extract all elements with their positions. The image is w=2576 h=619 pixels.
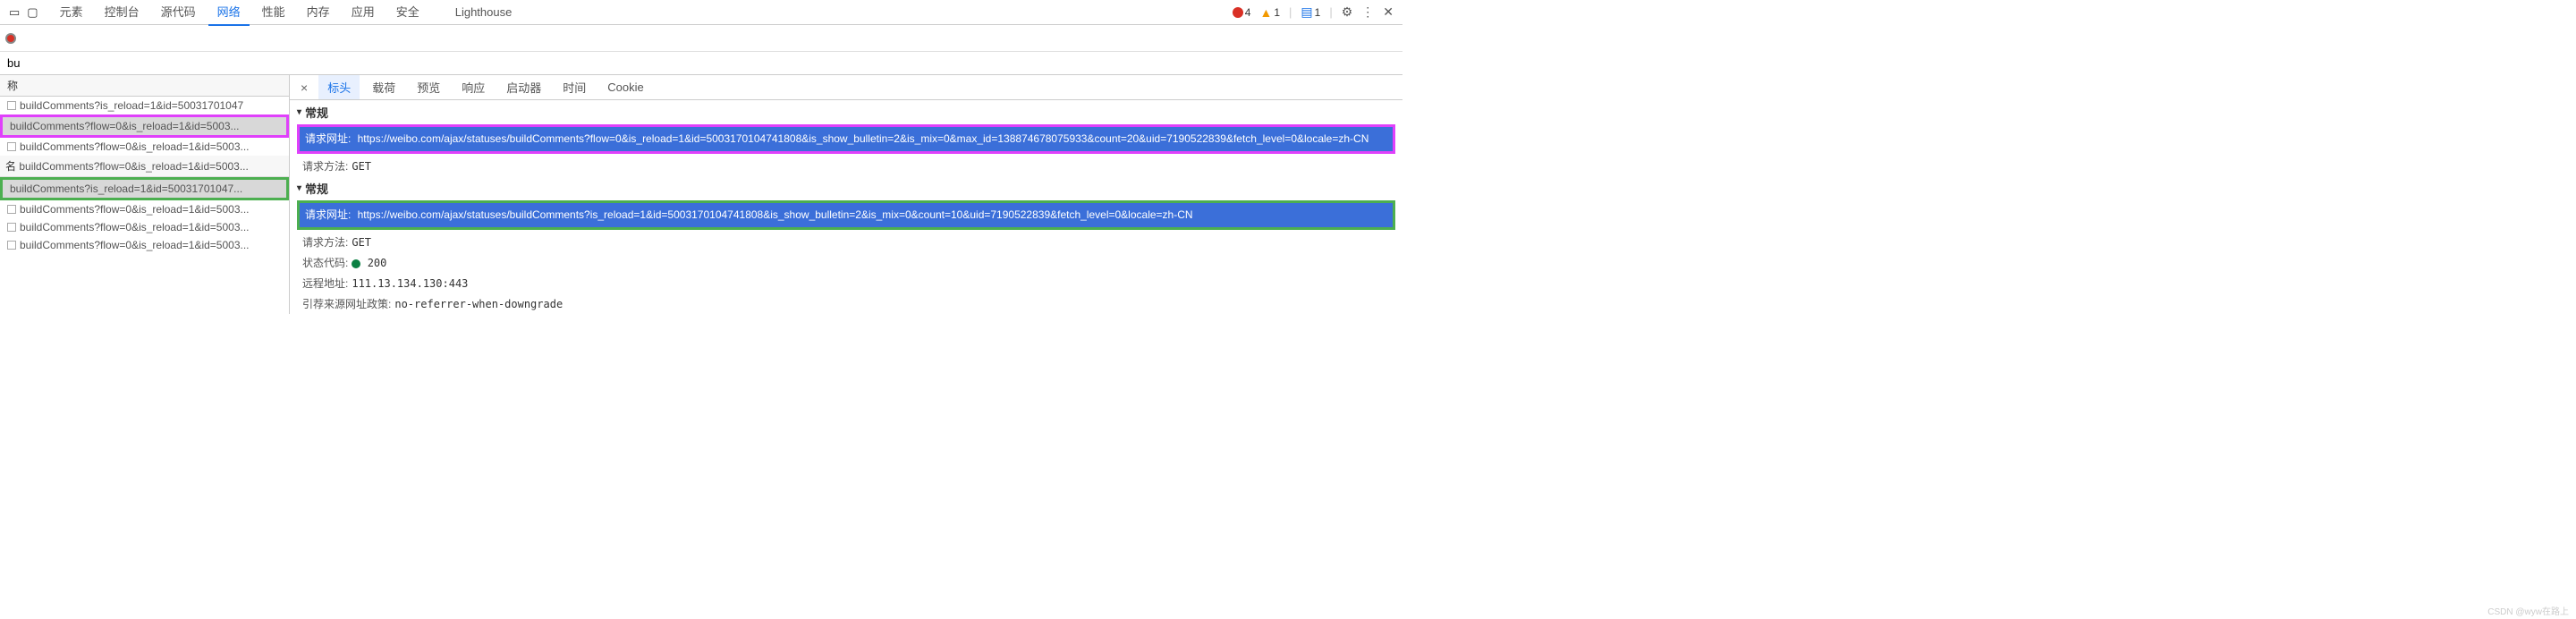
name-section-label: 名 buildComments?flow=0&is_reload=1&id=50…: [0, 156, 289, 177]
dtab-timing[interactable]: 时间: [554, 75, 595, 99]
dtab-preview[interactable]: 预览: [408, 75, 449, 99]
remote-address-row: 远程地址:111.13.134.130:443: [290, 273, 1402, 293]
dtab-cookies[interactable]: Cookie: [598, 77, 652, 98]
inspect-icon[interactable]: ▭: [9, 5, 20, 20]
filter-row: [0, 52, 1402, 75]
device-icon[interactable]: ▢: [27, 5, 38, 20]
devtools-main-toolbar: ▭ ▢ 元素 控制台 源代码 网络 性能 内存 应用 安全 Lighthouse…: [0, 0, 1402, 25]
tab-memory[interactable]: 内存: [298, 0, 339, 26]
tab-performance[interactable]: 性能: [253, 0, 294, 26]
network-sub-toolbar: [0, 25, 1402, 52]
more-icon[interactable]: ⋮: [1361, 4, 1374, 20]
close-detail-icon[interactable]: ×: [293, 81, 315, 95]
detail-tabs: × 标头 载荷 预览 响应 启动器 时间 Cookie: [290, 75, 1402, 100]
request-row[interactable]: buildComments?flow=0&is_reload=1&id=5003…: [0, 236, 289, 254]
warning-icon: ▲: [1259, 5, 1272, 20]
file-icon: [7, 142, 16, 151]
dtab-payload[interactable]: 载荷: [363, 75, 404, 99]
request-method-row-1: 请求方法:GET: [290, 156, 1402, 176]
toolbar-left-icons: ▭ ▢: [4, 5, 44, 20]
tab-sources[interactable]: 源代码: [152, 0, 205, 26]
tab-elements[interactable]: 元素: [51, 0, 92, 26]
general-section-header-1[interactable]: 常规: [290, 100, 1402, 124]
dtab-headers[interactable]: 标头: [318, 75, 360, 99]
error-badge[interactable]: 4: [1233, 6, 1251, 19]
tab-network[interactable]: 网络: [208, 0, 250, 26]
detail-panel: × 标头 载荷 预览 响应 启动器 时间 Cookie 常规 请求网址: htt…: [290, 75, 1402, 314]
dtab-initiator[interactable]: 启动器: [497, 75, 550, 99]
settings-icon[interactable]: ⚙: [1342, 4, 1353, 20]
general-section-header-2[interactable]: 常规: [290, 176, 1402, 200]
tab-lighthouse[interactable]: Lighthouse: [446, 1, 521, 23]
url-label: 请求网址:: [305, 208, 351, 221]
error-icon: [1233, 7, 1243, 18]
file-icon: [7, 101, 16, 110]
request-list-panel: 称 buildComments?is_reload=1&id=500317010…: [0, 75, 290, 314]
file-icon: [7, 205, 16, 214]
warning-badge[interactable]: ▲1: [1259, 5, 1280, 20]
request-method-row-2: 请求方法:GET: [290, 232, 1402, 252]
status-dot-icon: [352, 259, 360, 268]
request-row[interactable]: buildComments?is_reload=1&id=50031701047: [0, 97, 289, 114]
tab-application[interactable]: 应用: [343, 0, 384, 26]
main-area: 称 buildComments?is_reload=1&id=500317010…: [0, 75, 1402, 314]
filter-input[interactable]: [4, 55, 93, 72]
tab-security[interactable]: 安全: [387, 0, 428, 26]
request-row[interactable]: buildComments?flow=0&is_reload=1&id=5003…: [0, 218, 289, 236]
request-url-block-1: 请求网址: https://weibo.com/ajax/statuses/bu…: [297, 124, 1395, 154]
request-row[interactable]: buildComments?flow=0&is_reload=1&id=5003…: [0, 138, 289, 156]
close-devtools-icon[interactable]: ✕: [1383, 4, 1394, 20]
request-row[interactable]: buildComments?is_reload=1&id=50031701047…: [0, 177, 289, 200]
record-icon[interactable]: [5, 33, 16, 44]
url-label: 请求网址:: [305, 132, 351, 145]
column-header-name[interactable]: 称: [0, 75, 289, 97]
watermark: CSDN @wyw在路上: [2487, 604, 2569, 617]
file-icon: [7, 223, 16, 232]
referrer-policy-row: 引荐来源网址政策:no-referrer-when-downgrade: [290, 293, 1402, 314]
request-row[interactable]: buildComments?flow=0&is_reload=1&id=5003…: [0, 200, 289, 218]
url-value: https://weibo.com/ajax/statuses/buildCom…: [358, 132, 1369, 145]
status-code-row: 状态代码: 200: [290, 252, 1402, 273]
request-url-block-2: 请求网址: https://weibo.com/ajax/statuses/bu…: [297, 200, 1395, 230]
message-badge[interactable]: ▤1: [1301, 4, 1320, 20]
tab-console[interactable]: 控制台: [96, 0, 148, 26]
message-icon: ▤: [1301, 4, 1312, 20]
devtools-tabs: 元素 控制台 源代码 网络 性能 内存 应用 安全: [51, 0, 428, 26]
file-icon: [7, 241, 16, 250]
dtab-response[interactable]: 响应: [453, 75, 494, 99]
url-value: https://weibo.com/ajax/statuses/buildCom…: [358, 208, 1193, 221]
request-row[interactable]: buildComments?flow=0&is_reload=1&id=5003…: [0, 114, 289, 138]
toolbar-right: 4 ▲1 | ▤1 | ⚙ ⋮ ✕: [1233, 4, 1399, 20]
